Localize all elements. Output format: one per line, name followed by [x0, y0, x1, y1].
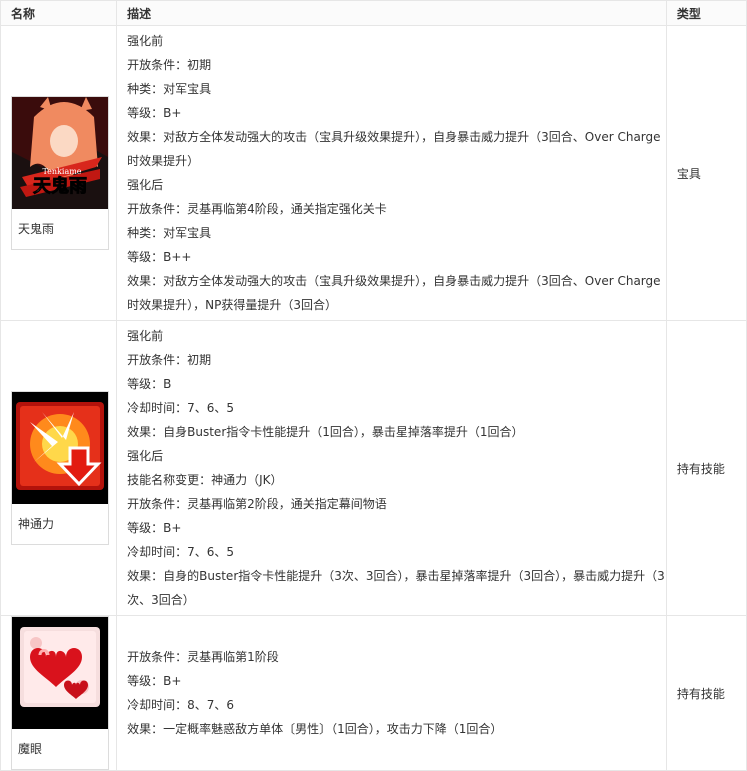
type-cell: 持有技能: [665, 615, 747, 771]
desc-line: 效果：对敌方全体发动强大的攻击（宝具升级效果提升），自身暴击威力提升（3回合、O…: [127, 130, 661, 168]
buster-up-icon: [12, 392, 108, 504]
header-desc: 描述: [116, 0, 667, 26]
desc-line: 开放条件：灵基再临第2阶段，通关指定幕间物语: [127, 497, 387, 511]
art-subtext: Tenkiame: [42, 167, 81, 176]
desc-line: 等级：B+: [127, 106, 182, 120]
desc-line: 种类：对军宝具: [127, 226, 212, 240]
skill-name: 天鬼雨: [18, 222, 55, 236]
desc-line: 等级：B++: [127, 250, 192, 264]
desc-line: 技能名称变更：神通力（JK）: [127, 473, 283, 487]
name-cell: 神通力: [0, 320, 118, 616]
art-title: 天鬼雨: [33, 175, 87, 197]
desc-line: 冷却时间：8、7、6: [127, 698, 235, 712]
skill-name: 魔眼: [18, 742, 43, 756]
name-cell: 魔眼: [0, 615, 118, 771]
header-type: 类型: [665, 0, 747, 26]
skill-name: 神通力: [18, 517, 55, 531]
table-row: 魔眼 开放条件：灵基再临第1阶段 等级：B+ 冷却时间：8、7、6 效果：一定概…: [0, 615, 747, 771]
desc-line: 等级：B+: [127, 674, 182, 688]
desc-line: 开放条件：灵基再临第4阶段，通关指定强化关卡: [127, 202, 387, 216]
skill-card[interactable]: 神通力: [11, 391, 109, 545]
noble-phantasm-art-icon: Tenkiame 天鬼雨: [12, 97, 108, 209]
skill-card[interactable]: Tenkiame 天鬼雨 天鬼雨: [11, 96, 109, 250]
desc-line: 强化后: [127, 449, 164, 463]
desc-line: 效果：对敌方全体发动强大的攻击（宝具升级效果提升），自身暴击威力提升（3回合、O…: [127, 274, 661, 312]
name-cell: Tenkiame 天鬼雨 天鬼雨: [0, 25, 118, 321]
table-row: Tenkiame 天鬼雨 天鬼雨 强化前 开放条件：初期 种类：对军宝具 等级：…: [0, 25, 747, 321]
skills-table: 名称 描述 类型 Tenkiame 天鬼雨 天鬼雨 强化前 开放条件：初期 种类…: [0, 0, 747, 771]
desc-line: 强化后: [127, 178, 164, 192]
desc-cell: 强化前 开放条件：初期 等级：B 冷却时间：7、6、5 效果：自身Buster指…: [116, 320, 667, 616]
heart-charm-icon: [12, 617, 108, 729]
desc-line: 等级：B+: [127, 521, 182, 535]
desc-line: 等级：B: [127, 377, 172, 391]
desc-line: 开放条件：初期: [127, 58, 212, 72]
desc-line: 冷却时间：7、6、5: [127, 401, 235, 415]
desc-line: 效果：一定概率魅惑敌方单体〔男性〕（1回合），攻击力下降（1回合）: [127, 722, 503, 736]
desc-line: 开放条件：初期: [127, 353, 212, 367]
desc-cell: 开放条件：灵基再临第1阶段 等级：B+ 冷却时间：8、7、6 效果：一定概率魅惑…: [116, 615, 667, 771]
desc-line: 效果：自身的Buster指令卡性能提升（3次、3回合），暴击星掉落率提升（3回合…: [127, 569, 665, 607]
desc-line: 开放条件：灵基再临第1阶段: [127, 650, 279, 664]
desc-cell: 强化前 开放条件：初期 种类：对军宝具 等级：B+ 效果：对敌方全体发动强大的攻…: [116, 25, 667, 321]
desc-line: 强化前: [127, 34, 164, 48]
desc-line: 冷却时间：7、6、5: [127, 545, 235, 559]
desc-line: 种类：对军宝具: [127, 82, 212, 96]
skill-card[interactable]: 魔眼: [11, 616, 109, 770]
table-header-row: 名称 描述 类型: [0, 0, 747, 26]
desc-line: 强化前: [127, 329, 164, 343]
type-cell: 宝具: [665, 25, 747, 321]
desc-line: 效果：自身Buster指令卡性能提升（1回合），暴击星掉落率提升（1回合）: [127, 425, 524, 439]
header-name: 名称: [0, 0, 118, 26]
table-row: 神通力 强化前 开放条件：初期 等级：B 冷却时间：7、6、5 效果：自身Bus…: [0, 320, 747, 616]
type-cell: 持有技能: [665, 320, 747, 616]
